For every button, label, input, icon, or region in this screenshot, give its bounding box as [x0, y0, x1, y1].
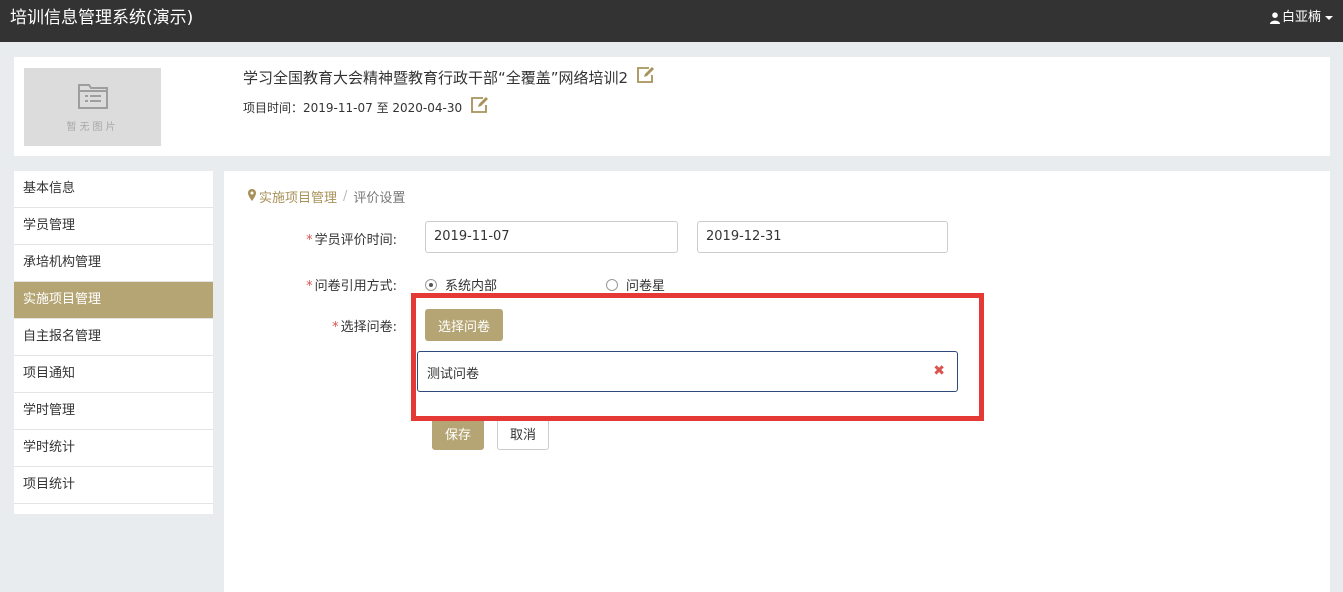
sidebar-item-basic-info[interactable]: 基本信息	[14, 171, 213, 208]
required-mark: *	[306, 233, 313, 248]
project-title-row: 学习全国教育大会精神暨教育行政干部“全覆盖”网络培训2	[243, 66, 656, 90]
project-header: 暂无图片 学习全国教育大会精神暨教育行政干部“全覆盖”网络培训2 项目时间： 2…	[14, 57, 1330, 156]
user-icon	[1269, 12, 1280, 24]
folder-list-icon	[77, 82, 109, 114]
sidebar-item-project-stats[interactable]: 项目统计	[14, 467, 213, 504]
sidebar-item-project-implementation[interactable]: 实施项目管理	[14, 282, 213, 319]
project-time-label: 项目时间：	[243, 101, 304, 115]
radio-wjx-label: 问卷星	[626, 279, 666, 294]
quote-method-label-text: 问卷引用方式:	[314, 279, 397, 294]
breadcrumb-current: 评价设置	[353, 191, 406, 206]
sidebar-item-hours-stats[interactable]: 学时统计	[14, 430, 213, 467]
map-marker-icon	[248, 188, 256, 205]
radio-wjx[interactable]: 问卷星	[606, 275, 665, 294]
user-name: 白亚楠	[1281, 10, 1321, 25]
project-thumbnail: 暂无图片	[24, 68, 161, 146]
highlight-box	[411, 293, 984, 421]
eval-time-label: * 学员评价时间:	[237, 229, 397, 248]
eval-start-date-input[interactable]: 2019-11-07	[425, 221, 678, 253]
user-menu[interactable]: 白亚楠	[1269, 10, 1333, 26]
eval-end-date-input[interactable]: 2019-12-31	[697, 221, 948, 253]
cancel-button[interactable]: 取消	[497, 417, 549, 450]
eval-time-label-text: 学员评价时间:	[314, 233, 397, 248]
quote-method-label: * 问卷引用方式:	[237, 275, 397, 294]
sidebar-item-students[interactable]: 学员管理	[14, 208, 213, 245]
sidebar-item-notices[interactable]: 项目通知	[14, 356, 213, 393]
sidebar-item-institutions[interactable]: 承培机构管理	[14, 245, 213, 282]
radio-internal-dot[interactable]	[425, 278, 437, 291]
required-mark: *	[332, 320, 339, 335]
select-questionnaire-label: * 选择问卷:	[237, 316, 397, 335]
radio-internal[interactable]: 系统内部	[425, 275, 497, 294]
save-button[interactable]: 保存	[432, 417, 484, 450]
edit-time-icon[interactable]	[470, 96, 490, 120]
sidebar: 基本信息 学员管理 承培机构管理 实施项目管理 自主报名管理 项目通知 学时管理…	[14, 171, 213, 514]
top-navbar: 培训信息管理系统(演示) 白亚楠	[0, 0, 1343, 42]
chevron-down-icon	[1325, 16, 1333, 20]
thumbnail-placeholder-text: 暂无图片	[66, 122, 119, 133]
breadcrumb-parent-link[interactable]: 实施项目管理	[259, 187, 337, 206]
sidebar-item-self-registration[interactable]: 自主报名管理	[14, 319, 213, 356]
app-title: 培训信息管理系统(演示)	[10, 8, 194, 28]
project-time-row: 项目时间： 2019-11-07 至 2020-04-30	[243, 96, 490, 120]
project-title: 学习全国教育大会精神暨教育行政干部“全覆盖”网络培训2	[243, 69, 629, 87]
breadcrumb: 实施项目管理 / 评价设置	[248, 187, 405, 206]
breadcrumb-separator: /	[343, 189, 348, 204]
radio-internal-label: 系统内部	[445, 279, 498, 294]
required-mark: *	[306, 279, 313, 294]
sidebar-item-hours-management[interactable]: 学时管理	[14, 393, 213, 430]
select-questionnaire-label-text: 选择问卷:	[340, 320, 397, 335]
project-time-value: 2019-11-07 至 2020-04-30	[303, 101, 463, 115]
radio-wjx-dot[interactable]	[606, 278, 618, 291]
edit-title-icon[interactable]	[636, 66, 656, 90]
